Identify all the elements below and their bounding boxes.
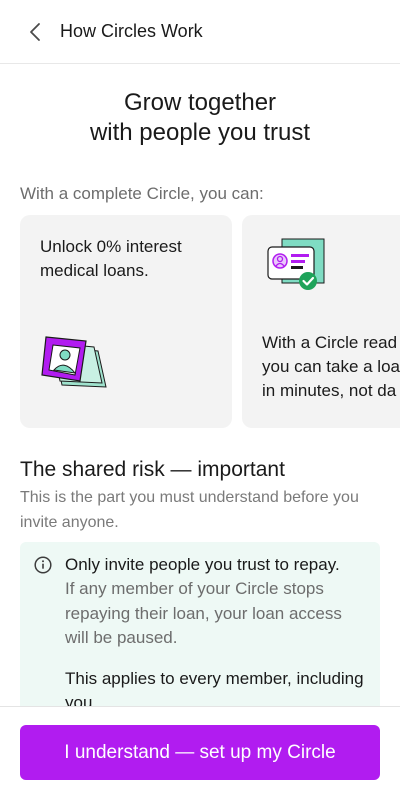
benefit-card-line: you can take a loa xyxy=(262,357,400,376)
verified-id-card-illustration xyxy=(267,238,325,290)
benefit-card-text: With a Circle read you can take a loa in… xyxy=(262,331,400,403)
back-button[interactable] xyxy=(0,0,56,64)
hero-title-line-2: with people you trust xyxy=(89,119,311,146)
page-title: How Circles Work xyxy=(60,21,203,41)
info-icon xyxy=(34,556,52,574)
section-heading: The shared risk — important xyxy=(20,458,285,481)
scroll-content[interactable]: Grow together with people you trust With… xyxy=(0,64,400,706)
benefit-card-line: in minutes, not da xyxy=(262,381,397,400)
benefit-card-fast-loans[interactable]: With a Circle read you can take a loa in… xyxy=(242,215,400,428)
medical-card-illustration xyxy=(41,336,107,388)
notice-body-text: If any member of your Circle stops repay… xyxy=(65,579,342,647)
benefit-card-line: With a Circle read xyxy=(262,333,398,352)
benefit-card-text: Unlock 0% interest medical loans. xyxy=(40,235,220,283)
hero-title: Grow together with people you trust xyxy=(0,88,400,148)
section-subheading: This is the part you must understand bef… xyxy=(20,489,359,531)
bottom-action-bar: I understand — set up my Circle xyxy=(0,706,400,800)
benefit-card-line: Unlock 0% interest xyxy=(40,237,182,256)
notice-body-text-2: This applies to every member, including … xyxy=(65,669,364,706)
shared-risk-notice: Only invite people you trust to repay. I… xyxy=(20,542,380,706)
top-bar: How Circles Work xyxy=(0,0,400,64)
notice-lead-text: Only invite people you trust to repay. xyxy=(65,555,340,574)
chevron-left-icon xyxy=(30,22,40,41)
benefit-carousel[interactable]: Unlock 0% interest medical loans. With a… xyxy=(20,215,400,428)
benefit-card-line: medical loans. xyxy=(40,261,149,280)
hero-title-line-1: Grow together xyxy=(123,89,277,116)
understand-setup-circle-button[interactable]: I understand — set up my Circle xyxy=(20,725,380,780)
benefit-card-medical-loans[interactable]: Unlock 0% interest medical loans. xyxy=(20,215,232,428)
intro-text: With a complete Circle, you can: xyxy=(20,184,264,203)
